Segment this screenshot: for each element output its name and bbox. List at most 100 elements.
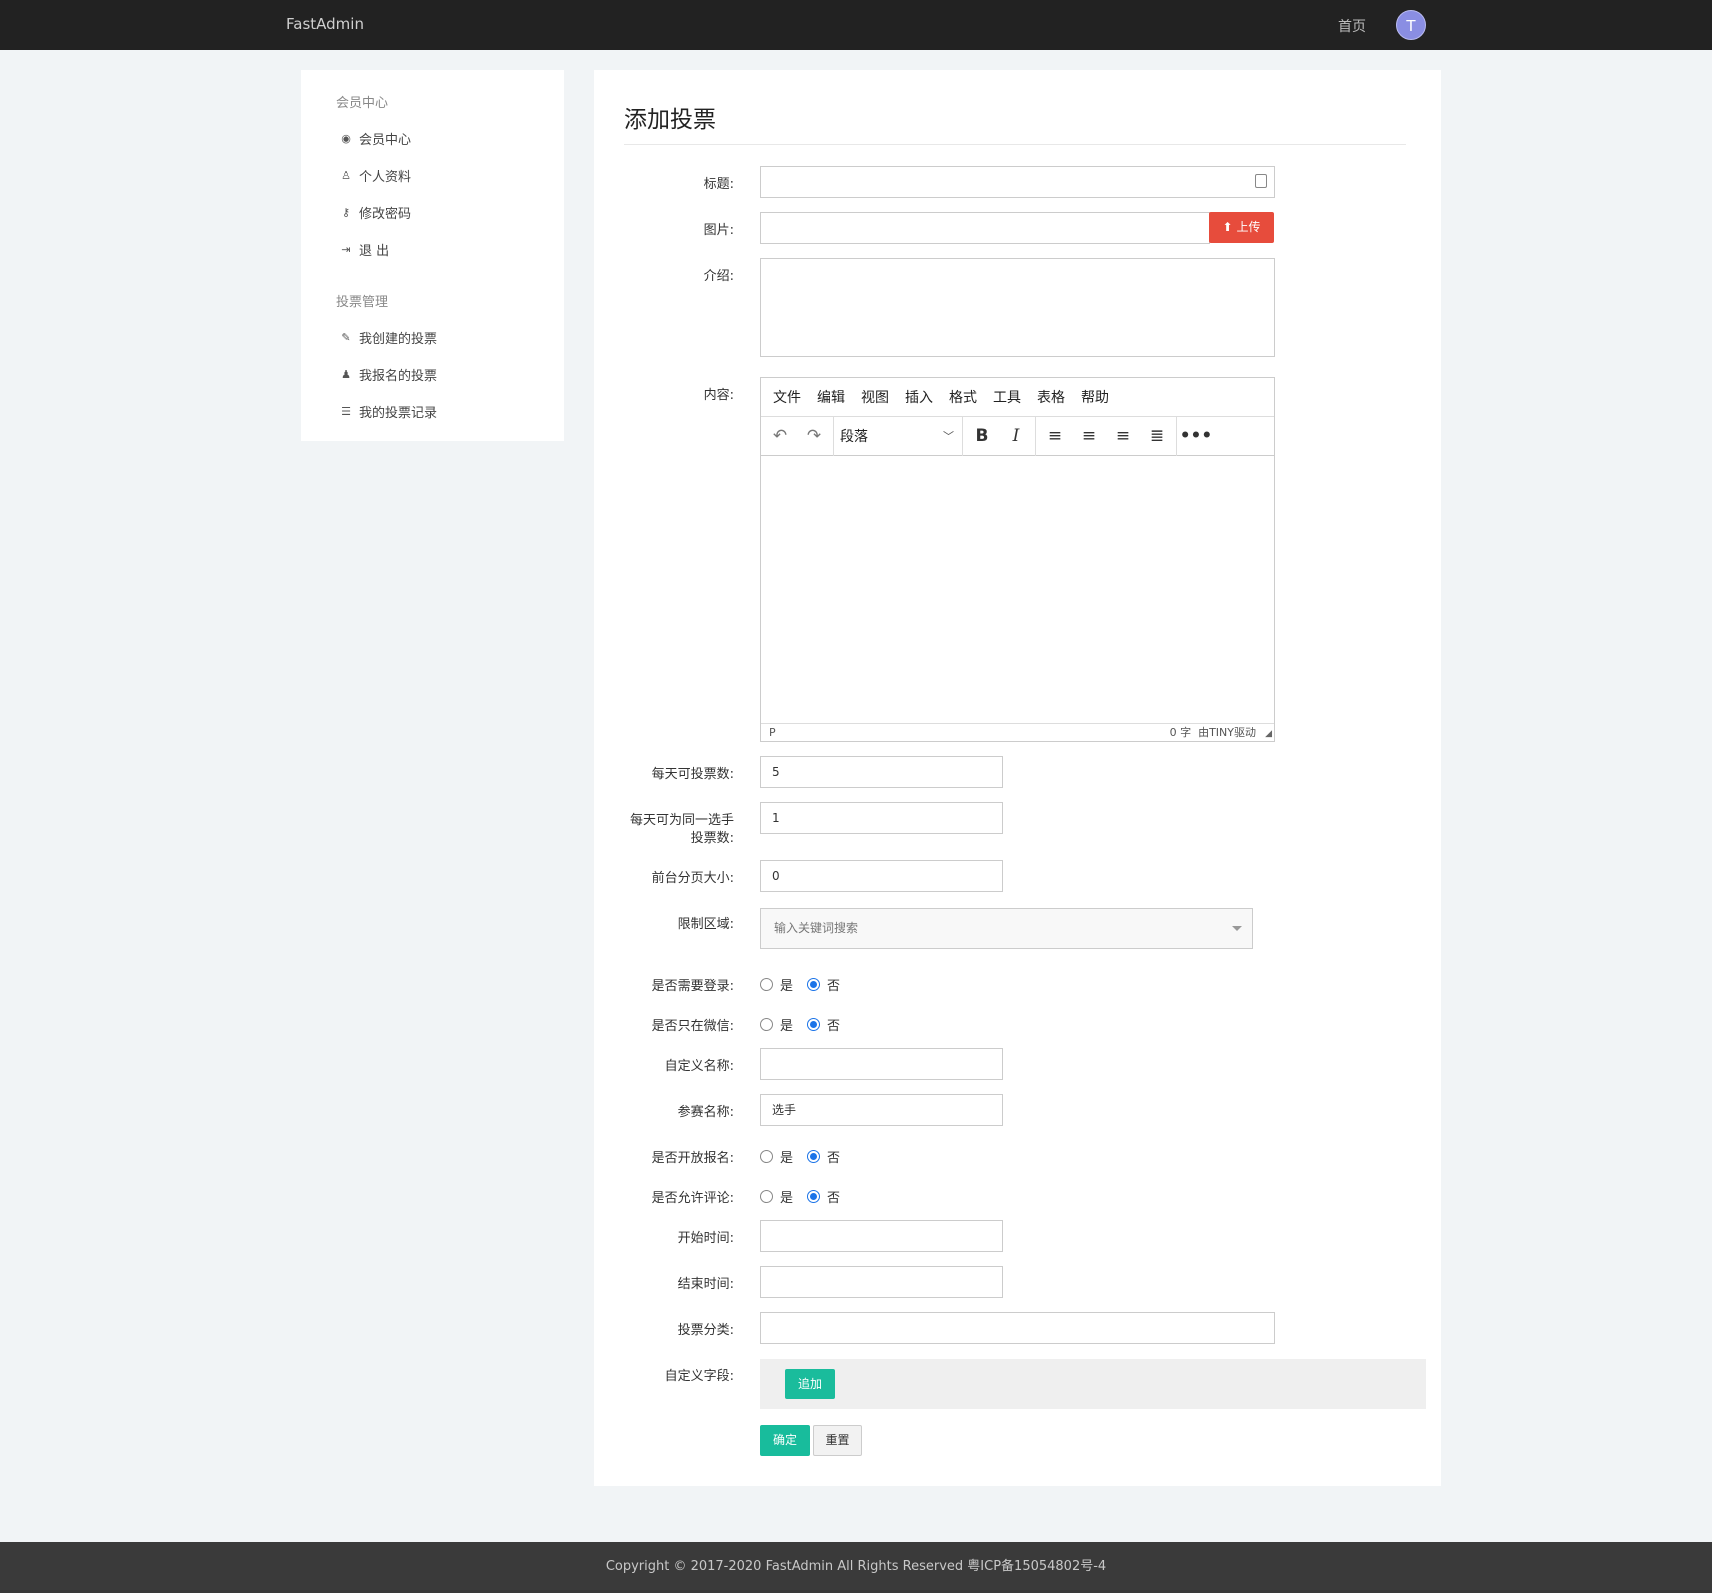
align-left-icon[interactable]: ≡ <box>1038 426 1072 446</box>
sidebar-section-vote: 投票管理 <box>336 295 389 310</box>
sidebar-item-logout[interactable]: ⇥ 退 出 <box>339 240 389 259</box>
editor-path: P <box>769 726 776 739</box>
radio-no-label: 否 <box>827 979 841 994</box>
align-right-icon[interactable]: ≡ <box>1106 426 1140 446</box>
block-format-select[interactable]: 段落 ﹀ <box>834 426 962 446</box>
user-icon: ♙ <box>341 169 351 182</box>
upload-button[interactable]: ⬆ 上传 <box>1209 212 1274 243</box>
editor-status-right: 0 字 由TINY驱动 <box>1170 724 1256 741</box>
contestant-name-input[interactable]: 选手 <box>760 1094 1003 1126</box>
open-signup-no-radio[interactable] <box>807 1150 821 1163</box>
radio-no-label: 否 <box>827 1151 841 1166</box>
sidebar-item-change-password[interactable]: ⚷ 修改密码 <box>339 203 411 222</box>
redo-icon[interactable]: ↷ <box>797 426 831 446</box>
label-allow-comment: 是否允许评论: <box>651 1191 734 1206</box>
undo-icon[interactable]: ↶ <box>763 426 797 446</box>
upload-icon: ⬆ <box>1222 220 1233 234</box>
chevron-down-icon: ﹀ <box>943 430 954 443</box>
more-icon[interactable]: ••• <box>1179 426 1213 446</box>
avatar[interactable]: T <box>1396 10 1426 40</box>
open-signup-radio-group: 是 否 <box>760 1147 854 1166</box>
form-labels: 标题: 图片: 介绍: 内容: 每天可投票数: 每天可为同一选手 投票数: 前台… <box>594 70 734 1486</box>
label-content: 内容: <box>703 388 734 403</box>
need-login-yes-radio[interactable] <box>760 978 773 991</box>
users-icon: ♟ <box>341 368 351 381</box>
category-input[interactable] <box>760 1312 1275 1344</box>
label-end-time: 结束时间: <box>677 1277 734 1292</box>
wechat-only-yes-radio[interactable] <box>760 1018 773 1031</box>
editor-menu-help[interactable]: 帮助 <box>1081 387 1109 407</box>
label-daily-votes: 每天可投票数: <box>651 767 734 782</box>
title-input[interactable] <box>760 166 1275 198</box>
open-signup-yes-radio[interactable] <box>760 1150 773 1163</box>
wechat-only-no-radio[interactable] <box>807 1018 821 1031</box>
sidebar-section-member: 会员中心 <box>336 96 389 111</box>
autofill-icon[interactable] <box>1255 174 1269 190</box>
submit-button[interactable]: 确定 <box>760 1425 810 1456</box>
start-time-input[interactable] <box>760 1220 1003 1252</box>
rich-text-editor: 文件 编辑 视图 插入 格式 工具 表格 帮助 ↶ ↷ 段落 ﹀ B I ≡ ≡… <box>760 377 1275 742</box>
label-daily-same-line1: 每天可为同一选手 <box>629 813 734 828</box>
label-page-size: 前台分页大小: <box>651 871 734 886</box>
add-field-button[interactable]: 追加 <box>785 1369 835 1399</box>
sidebar-item-label: 我创建的投票 <box>359 332 438 347</box>
top-navbar: FastAdmin 首页 T <box>0 0 1712 50</box>
editor-menu-view[interactable]: 视图 <box>861 387 889 407</box>
reset-button[interactable]: 重置 <box>813 1425 862 1456</box>
daily-same-votes-input[interactable]: 1 <box>760 802 1003 834</box>
page-size-input[interactable]: 0 <box>760 860 1003 892</box>
sidebar-item-my-signup[interactable]: ♟ 我报名的投票 <box>339 365 437 384</box>
upload-button-label: 上传 <box>1236 220 1261 234</box>
word-count: 0 字 <box>1169 726 1192 739</box>
sidebar-item-my-records[interactable]: ☰ 我的投票记录 <box>339 402 437 421</box>
resize-handle-icon[interactable]: ◢ <box>1265 726 1272 743</box>
italic-icon[interactable]: I <box>999 426 1033 446</box>
label-start-time: 开始时间: <box>677 1231 734 1246</box>
label-custom-name: 自定义名称: <box>664 1059 734 1074</box>
allow-comment-yes-radio[interactable] <box>760 1190 773 1203</box>
radio-yes-label: 是 <box>780 1191 794 1206</box>
sidebar-item-profile[interactable]: ♙ 个人资料 <box>339 166 411 185</box>
editor-menu-insert[interactable]: 插入 <box>905 387 933 407</box>
sidebar-item-label: 修改密码 <box>359 207 412 222</box>
custom-name-input[interactable] <box>760 1048 1003 1080</box>
bold-icon[interactable]: B <box>965 426 999 446</box>
label-category: 投票分类: <box>677 1323 734 1338</box>
end-time-input[interactable] <box>760 1266 1003 1298</box>
intro-textarea[interactable] <box>760 258 1275 357</box>
allow-comment-radio-group: 是 否 <box>760 1187 854 1206</box>
editor-statusbar: P 0 字 由TINY驱动 ◢ <box>761 723 1274 741</box>
need-login-no-radio[interactable] <box>807 978 821 991</box>
title-divider <box>624 144 1406 145</box>
sidebar-item-label: 我报名的投票 <box>359 369 438 384</box>
sidebar-item-label: 个人资料 <box>359 170 412 185</box>
align-justify-icon[interactable]: ≣ <box>1140 426 1174 446</box>
label-title: 标题: <box>703 177 734 192</box>
label-need-login: 是否需要登录: <box>651 979 734 994</box>
radio-yes-label: 是 <box>780 1019 794 1034</box>
daily-votes-input[interactable]: 5 <box>760 756 1003 788</box>
pencil-icon: ✎ <box>341 331 351 344</box>
need-login-radio-group: 是 否 <box>760 975 854 994</box>
label-custom-fields: 自定义字段: <box>664 1369 734 1384</box>
editor-menu-file[interactable]: 文件 <box>773 387 801 407</box>
sidebar-item-my-created[interactable]: ✎ 我创建的投票 <box>339 328 437 347</box>
user-circle-icon: ◉ <box>341 132 351 145</box>
align-center-icon[interactable]: ≡ <box>1072 426 1106 446</box>
sidebar-item-member-center[interactable]: ◉ 会员中心 <box>339 129 411 148</box>
radio-no-label: 否 <box>827 1019 841 1034</box>
editor-menu-tools[interactable]: 工具 <box>993 387 1021 407</box>
editor-menu-format[interactable]: 格式 <box>949 387 977 407</box>
radio-yes-label: 是 <box>780 1151 794 1166</box>
nav-home-link[interactable]: 首页 <box>1338 16 1366 36</box>
allow-comment-no-radio[interactable] <box>807 1190 821 1203</box>
region-select[interactable]: 输入关键词搜索 <box>760 908 1253 949</box>
brand-logo[interactable]: FastAdmin <box>286 15 364 33</box>
powered-by-link[interactable]: 由TINY驱动 <box>1198 726 1256 739</box>
editor-menubar: 文件 编辑 视图 插入 格式 工具 表格 帮助 <box>761 378 1274 417</box>
editor-content-area[interactable] <box>761 457 1274 724</box>
editor-menu-edit[interactable]: 编辑 <box>817 387 845 407</box>
editor-menu-table[interactable]: 表格 <box>1037 387 1065 407</box>
image-input[interactable] <box>760 212 1210 244</box>
main-panel: 添加投票 标题: 图片: 介绍: 内容: 每天可投票数: 每天可为同一选手 投票… <box>594 70 1441 1486</box>
